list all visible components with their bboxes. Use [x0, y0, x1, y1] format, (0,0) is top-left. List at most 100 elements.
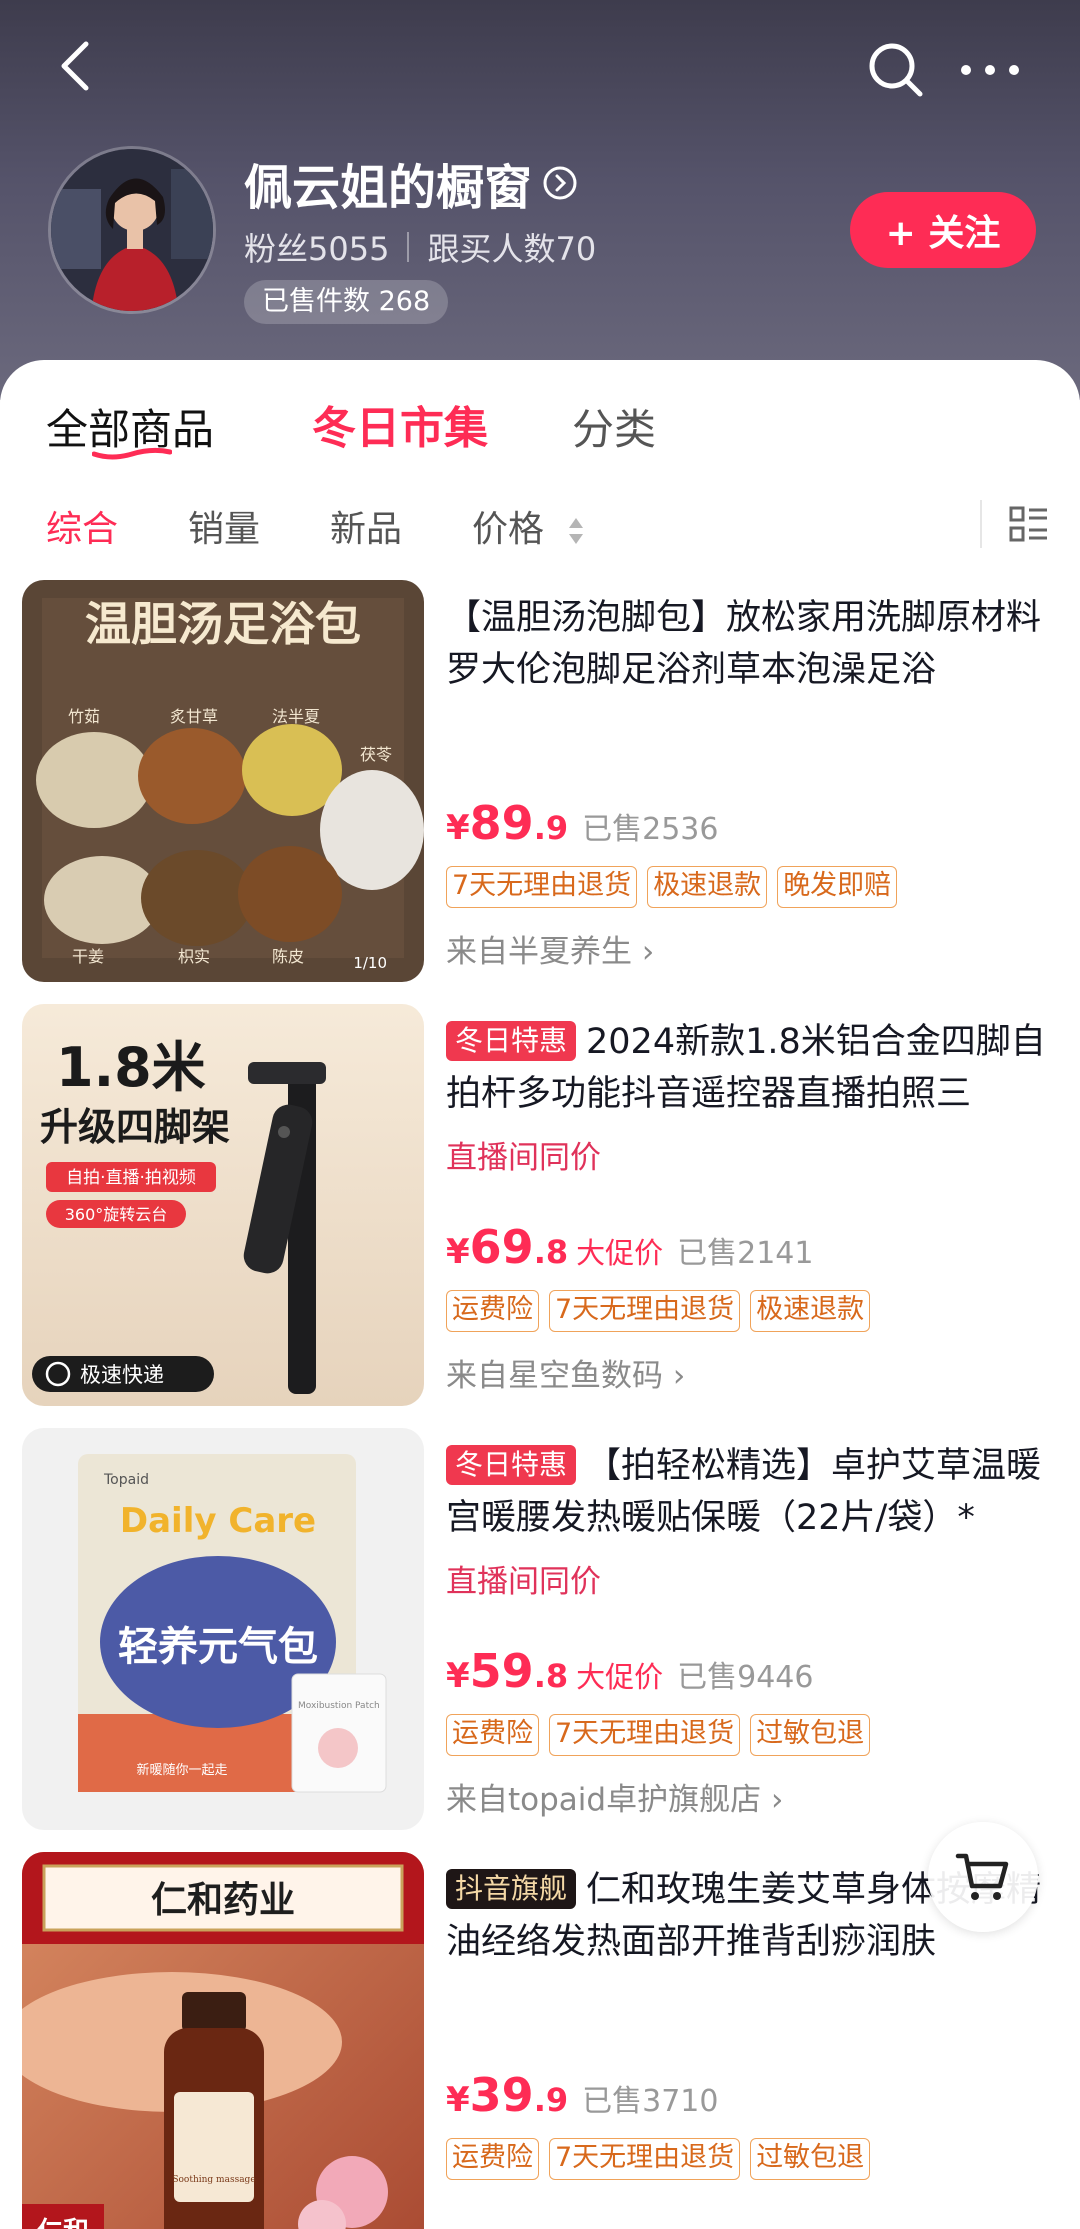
shop-name[interactable]: 佩云姐的橱窗 [244, 148, 578, 218]
product-image[interactable]: 温胆汤足浴包 竹茹 炙甘草 法半夏 茯苓 干姜 枳实 陈皮 1/10 [22, 580, 424, 982]
filter-divider [980, 500, 982, 548]
live-price-note: 直播间同价 [446, 1564, 601, 1600]
tab-underline [92, 447, 172, 460]
shop-stats: 粉丝5055 跟买人数70 [244, 224, 596, 270]
filter-price[interactable]: 价格 [472, 500, 585, 552]
img-cn-title: 轻养元气包 [118, 1624, 318, 1670]
promo-tag: 抖音旗舰 [446, 1869, 577, 1909]
price-currency: ¥ [446, 2080, 470, 2120]
tab-category[interactable]: 分类 [572, 396, 656, 457]
store-link[interactable]: 来自topaid卓护旗舰店 › [446, 1774, 783, 1819]
product-title[interactable]: 【温胆汤泡脚包】放松家用洗脚原材料罗大伦泡脚足浴剂草本泡澡足浴 [446, 592, 1056, 696]
search-icon[interactable] [866, 40, 926, 100]
sold-count: 已售3710 [582, 2084, 719, 2119]
tab-all-products[interactable]: 全部商品 [46, 396, 214, 460]
promo-tag: 冬日特惠 [446, 1445, 577, 1485]
sold-count: 已售2141 [677, 1236, 814, 1271]
img-corner-text: 仁和 [37, 2217, 89, 2229]
service-badges: 运费险 7天无理由退货 过敏包退 [446, 2138, 871, 2180]
store-link[interactable]: 来自星空鱼数码 › [446, 1350, 685, 1395]
img-label: 炙甘草 [170, 707, 218, 726]
img-brand: 仁和药业 [151, 1879, 295, 1921]
price-row: ¥ 39 .9 已售3710 [446, 2068, 718, 2122]
img-label: 枳实 [178, 947, 210, 966]
price-row: ¥ 89 .9 已售2536 [446, 796, 718, 850]
stats-divider [407, 232, 410, 262]
promo-tag: 冬日特惠 [446, 1021, 577, 1061]
tab-winter-market[interactable]: 冬日市集 [312, 392, 488, 456]
price-integer: 59 [469, 1644, 534, 1698]
img-label: 法半夏 [272, 707, 320, 726]
price-row: ¥ 59 .8 大促价 已售9446 [446, 1644, 813, 1698]
service-badges: 运费险 7天无理由退货 过敏包退 [446, 1714, 871, 1756]
follow-button[interactable]: + 关注 [850, 192, 1036, 268]
service-badge: 极速退款 [750, 1290, 871, 1332]
service-badge: 7天无理由退货 [549, 1714, 741, 1756]
service-badges: 运费险 7天无理由退货 极速退款 [446, 1290, 871, 1332]
price-row: ¥ 69 .8 大促价 已售2141 [446, 1220, 813, 1274]
service-badges: 7天无理由退货 极速退款 晚发即赔 [446, 866, 898, 908]
img-chip: 自拍·直播·拍视频 [66, 1168, 196, 1188]
fans-count: 粉丝5055 [244, 230, 390, 268]
product-image[interactable]: Topaid Daily Care 轻养元气包 新暖随你一起走 Moxibust… [22, 1428, 424, 1830]
img-counter: 1/10 [353, 954, 387, 972]
product-title[interactable]: 冬日特惠 【拍轻松精选】卓护艾草温暖宫暖腰发热暖贴保暖（22片/袋）* [446, 1440, 1056, 1544]
filter-general[interactable]: 综合 [46, 500, 118, 552]
img-chip: 360°旋转云台 [65, 1205, 168, 1224]
grid-icon[interactable] [1008, 504, 1050, 546]
price-decimal: .9 [533, 2081, 569, 2119]
price-promo-label: 大促价 [576, 1236, 664, 1270]
img-title: 温胆汤足浴包 [85, 597, 361, 651]
product-image[interactable]: 1.8米 升级四脚架 自拍·直播·拍视频 360°旋转云台 极速快递 [22, 1004, 424, 1406]
product-card[interactable]: Topaid Daily Care 轻养元气包 新暖随你一起走 Moxibust… [0, 1428, 1080, 1832]
product-title[interactable]: 冬日特惠 2024新款1.8米铝合金四脚自拍杆多功能抖音遥控器直播拍照三 [446, 1016, 1056, 1120]
service-badge: 过敏包退 [750, 1714, 871, 1756]
price-currency: ¥ [446, 808, 470, 848]
img-foot: 新暖随你一起走 [136, 1762, 227, 1778]
img-label: 茯苓 [360, 745, 392, 764]
img-patch: Moxibustion Patch [298, 1701, 380, 1711]
cart-button[interactable] [928, 1822, 1038, 1932]
store-link[interactable]: 来自半夏养生 › [446, 926, 654, 971]
product-image[interactable]: 仁和药业 Soothing massage 仁和 [22, 1852, 424, 2229]
price-decimal: .9 [533, 809, 569, 847]
img-brand: Topaid [103, 1472, 149, 1488]
price-promo-label: 大促价 [576, 1660, 664, 1694]
price-integer: 89 [469, 796, 534, 850]
img-label: 干姜 [72, 947, 104, 966]
sold-count: 已售9446 [677, 1660, 814, 1695]
service-badge: 过敏包退 [750, 2138, 871, 2180]
service-badge: 运费险 [446, 2138, 539, 2180]
cart-icon [955, 1853, 1009, 1900]
price-decimal: .8 [533, 1233, 569, 1271]
shop-name-text: 佩云姐的橱窗 [244, 160, 533, 216]
back-icon[interactable] [48, 36, 108, 96]
product-card[interactable]: 温胆汤足浴包 竹茹 炙甘草 法半夏 茯苓 干姜 枳实 陈皮 1/10 【温胆汤泡… [0, 580, 1080, 984]
img-bottle-label: Soothing massage [172, 2175, 255, 2185]
price-decimal: .8 [533, 1657, 569, 1695]
buyers-count: 跟买人数70 [427, 230, 597, 268]
price-currency: ¥ [446, 1232, 470, 1272]
img-en-title: Daily Care [120, 1501, 316, 1541]
more-icon[interactable] [955, 40, 1025, 100]
service-badge: 7天无理由退货 [446, 866, 638, 908]
live-price-note: 直播间同价 [446, 1140, 601, 1176]
filter-sales[interactable]: 销量 [188, 500, 260, 552]
filter-new[interactable]: 新品 [330, 500, 402, 552]
img-label: 陈皮 [272, 947, 304, 966]
service-badge: 7天无理由退货 [549, 2138, 741, 2180]
img-subtitle: 升级四脚架 [40, 1105, 230, 1149]
sold-count: 已售2536 [582, 812, 719, 847]
product-card[interactable]: 仁和药业 Soothing massage 仁和 抖音旗舰仁和玫瑰生姜艾草身体按… [0, 1852, 1080, 2229]
img-label: 竹茹 [68, 707, 100, 726]
verified-arrow-icon[interactable] [542, 165, 578, 201]
shop-header: 佩云姐的橱窗 粉丝5055 跟买人数70 已售件数 268 + 关注 [0, 0, 1080, 400]
service-badge: 极速退款 [647, 866, 768, 908]
filter-price-label: 价格 [472, 509, 545, 550]
product-card[interactable]: 1.8米 升级四脚架 自拍·直播·拍视频 360°旋转云台 极速快递 冬日特惠 2… [0, 1004, 1080, 1408]
sold-count-badge: 已售件数 268 [244, 280, 449, 324]
img-delivery: 极速快递 [80, 1363, 164, 1387]
service-badge: 运费险 [446, 1714, 539, 1756]
tab-bar: 全部商品 冬日市集 分类 [0, 396, 1080, 466]
avatar[interactable] [48, 146, 216, 314]
